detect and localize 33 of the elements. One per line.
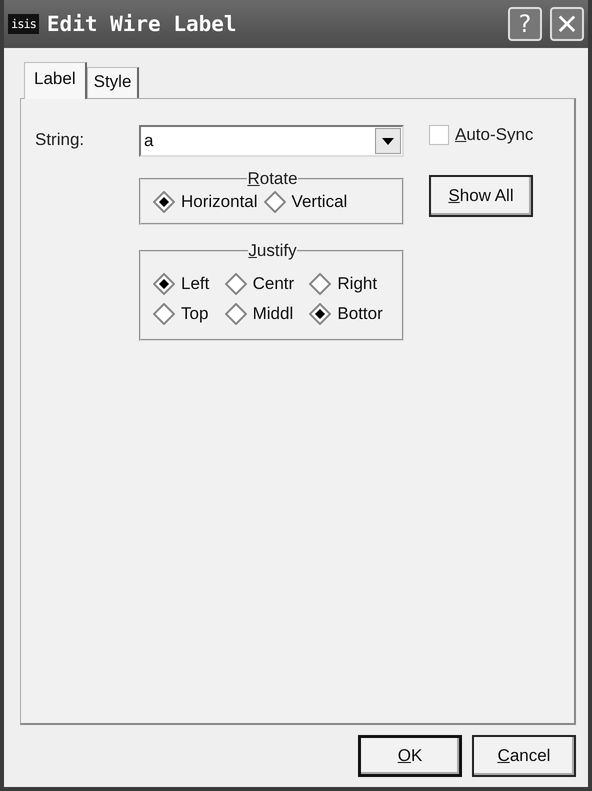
radio-label: Left	[181, 274, 210, 294]
app-logo: isis	[8, 14, 39, 34]
field-label: String:	[35, 129, 86, 151]
radio-label: Centr	[252, 274, 294, 294]
show-all-button[interactable]: Show All	[429, 175, 533, 217]
string-combo-box[interactable]: a	[139, 125, 404, 157]
radio-button[interactable]	[153, 191, 175, 213]
radio-label: Middl	[252, 304, 294, 324]
radio-button[interactable]	[264, 191, 286, 213]
tab[interactable]: Style	[86, 67, 140, 98]
tab[interactable]: Label	[24, 62, 87, 99]
dialog-button[interactable]: OK	[358, 735, 462, 777]
radio-button[interactable]	[224, 303, 247, 325]
close-button[interactable]: ✕	[550, 7, 584, 41]
radio-label: Top	[181, 304, 208, 324]
window-title: Edit Wire Label	[46, 12, 238, 36]
checkbox[interactable]	[429, 125, 449, 145]
radio-label: Bottor	[337, 304, 383, 324]
dropdown-button[interactable]	[375, 128, 401, 154]
radio-label: Vertical	[292, 192, 348, 212]
caret-icon	[382, 138, 394, 144]
radio-button[interactable]	[153, 273, 175, 295]
radio-label: Horizontal	[181, 192, 258, 212]
group-title: Justify	[248, 241, 297, 261]
checkbox-label: Auto-Sync	[455, 125, 534, 145]
dialog-button[interactable]: Cancel	[472, 735, 576, 777]
radio-button[interactable]	[309, 273, 332, 295]
radio-label: Right	[337, 274, 378, 294]
group-title: Rotate	[247, 169, 298, 189]
radio-button[interactable]	[153, 303, 175, 325]
radio-button[interactable]	[224, 273, 247, 295]
radio-button[interactable]	[309, 303, 332, 325]
help-button[interactable]: ?	[508, 7, 542, 41]
